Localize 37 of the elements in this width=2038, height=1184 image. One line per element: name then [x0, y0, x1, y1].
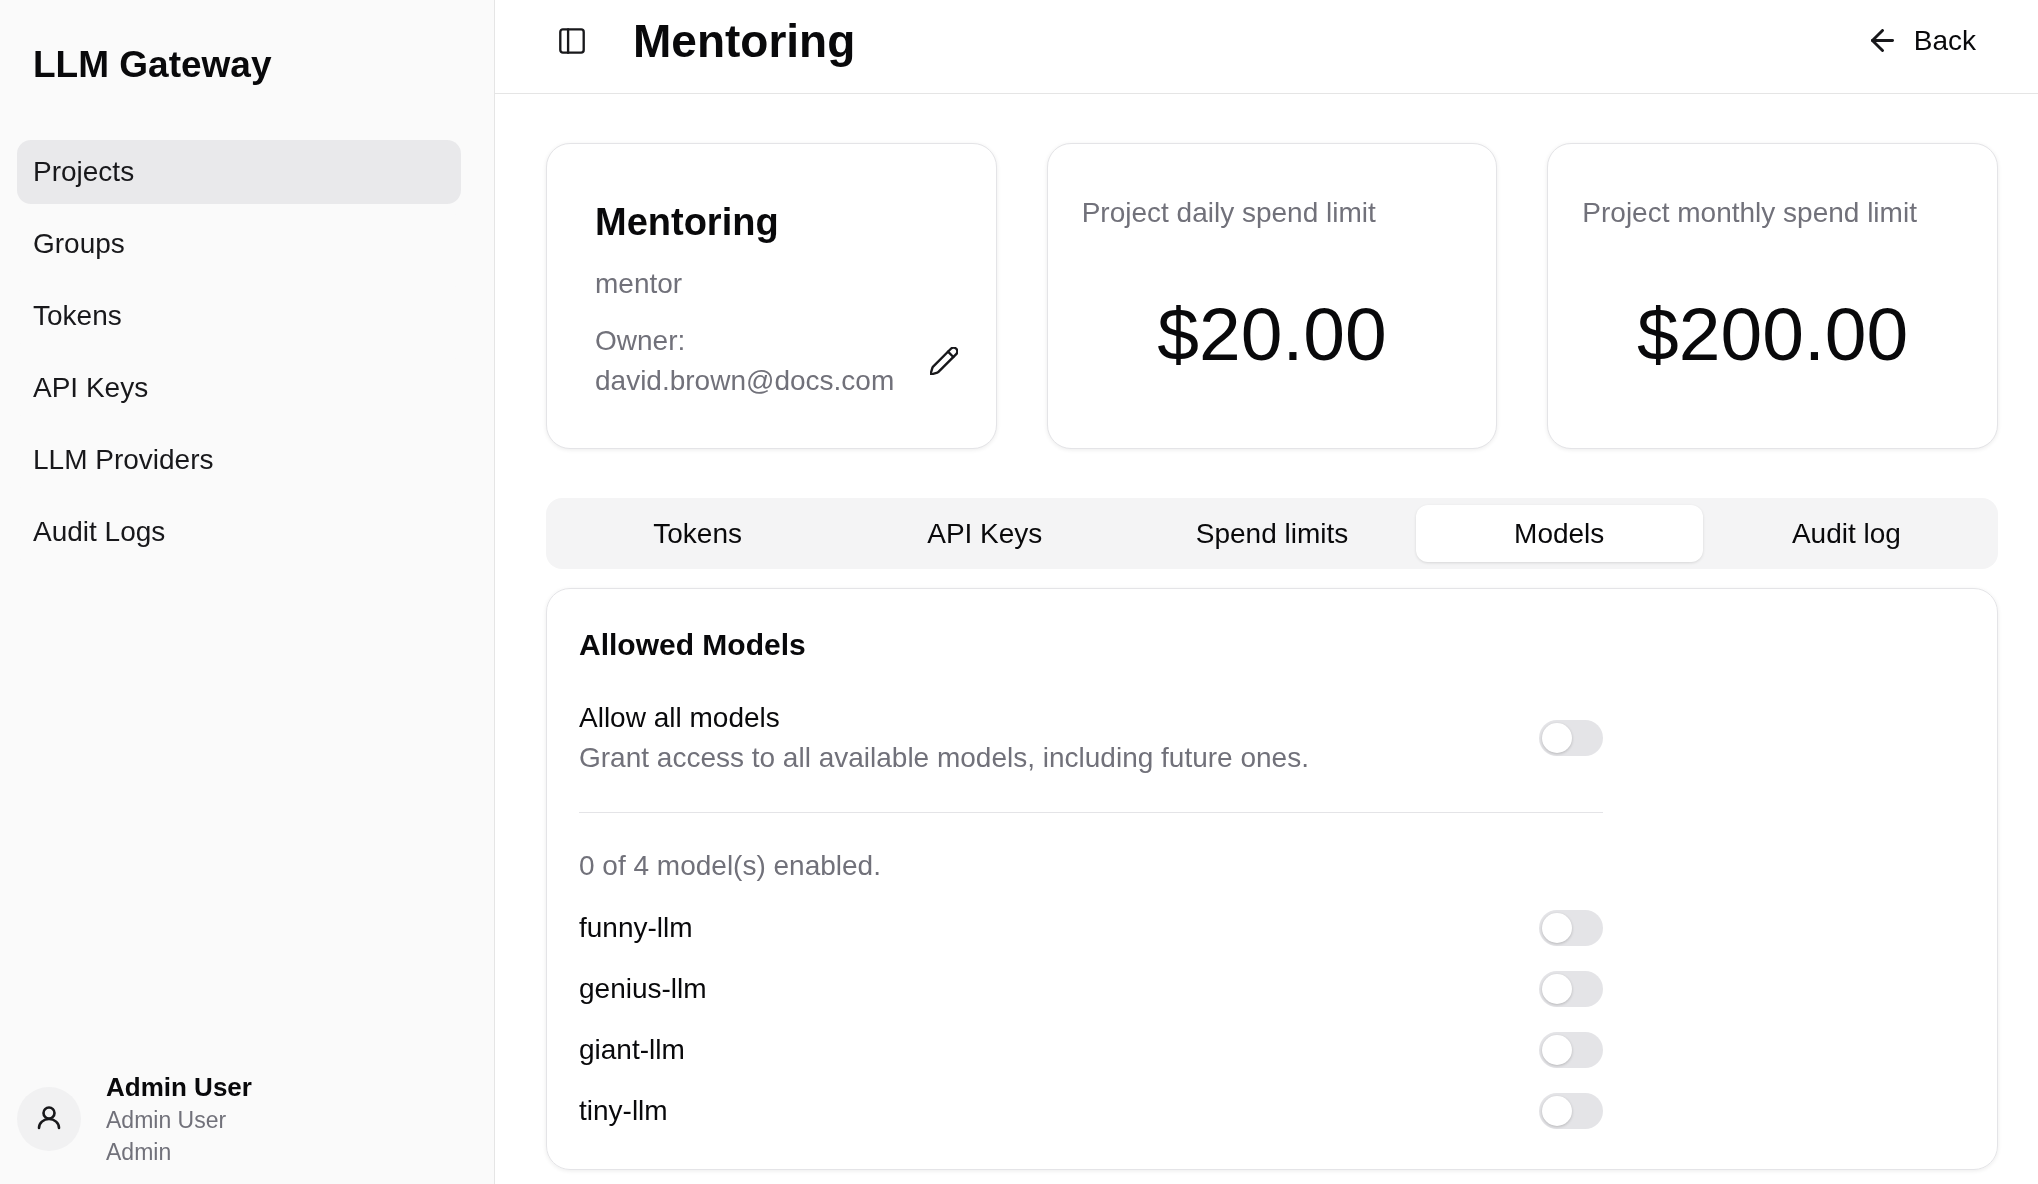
toggle-switch[interactable] — [1539, 1031, 1603, 1068]
panel-title: Allowed Models — [579, 627, 807, 663]
app-title: LLM Gateway — [32, 43, 272, 87]
tab[interactable]: API Keys — [841, 505, 1129, 562]
user-display-name: Admin User — [106, 1106, 227, 1135]
limit-value: $20.00 — [1156, 291, 1388, 378]
limit-value: $200.00 — [1636, 291, 1910, 378]
model-name: funny-llm — [579, 910, 693, 945]
limit-label: Project daily spend limit — [1081, 196, 1377, 230]
sidebar-toggle-button[interactable] — [559, 27, 585, 54]
edit-button[interactable] — [929, 347, 958, 375]
setting-description: Grant access to all available models, including future ones. — [579, 741, 1309, 775]
project-owner: Owner: david.brown@docs.com — [595, 324, 896, 398]
model-name: giant-llm — [579, 1032, 685, 1067]
limit-label: Project monthly spend limit — [1582, 196, 1918, 230]
tab[interactable]: Spend limits — [1128, 505, 1416, 562]
user-role: Admin — [106, 1138, 172, 1167]
tab[interactable]: Models — [1415, 505, 1703, 562]
user-avatar-icon — [17, 1087, 81, 1151]
toggle-switch[interactable] — [1539, 720, 1603, 756]
toggle-switch[interactable] — [1539, 1092, 1603, 1129]
setting-label: Allow all models — [579, 701, 781, 735]
nav-item[interactable]: Projects — [17, 140, 461, 204]
tab[interactable]: Audit log — [1702, 505, 1990, 562]
page-title: Mentoring — [633, 13, 856, 69]
toggle-switch[interactable] — [1539, 970, 1603, 1007]
user-name: Admin User — [106, 1071, 252, 1104]
tab[interactable]: Tokens — [554, 505, 842, 562]
back-button[interactable]: Back — [1854, 16, 1992, 65]
model-name: tiny-llm — [579, 1093, 668, 1128]
project-name: Mentoring — [595, 200, 780, 245]
toggle-switch[interactable] — [1539, 909, 1603, 946]
models-summary: 0 of 4 model(s) enabled. — [579, 849, 882, 883]
model-name: genius-llm — [579, 971, 707, 1006]
sidebar-icon — [559, 27, 585, 54]
pencil-icon — [929, 347, 958, 375]
project-slug: mentor — [595, 267, 684, 301]
